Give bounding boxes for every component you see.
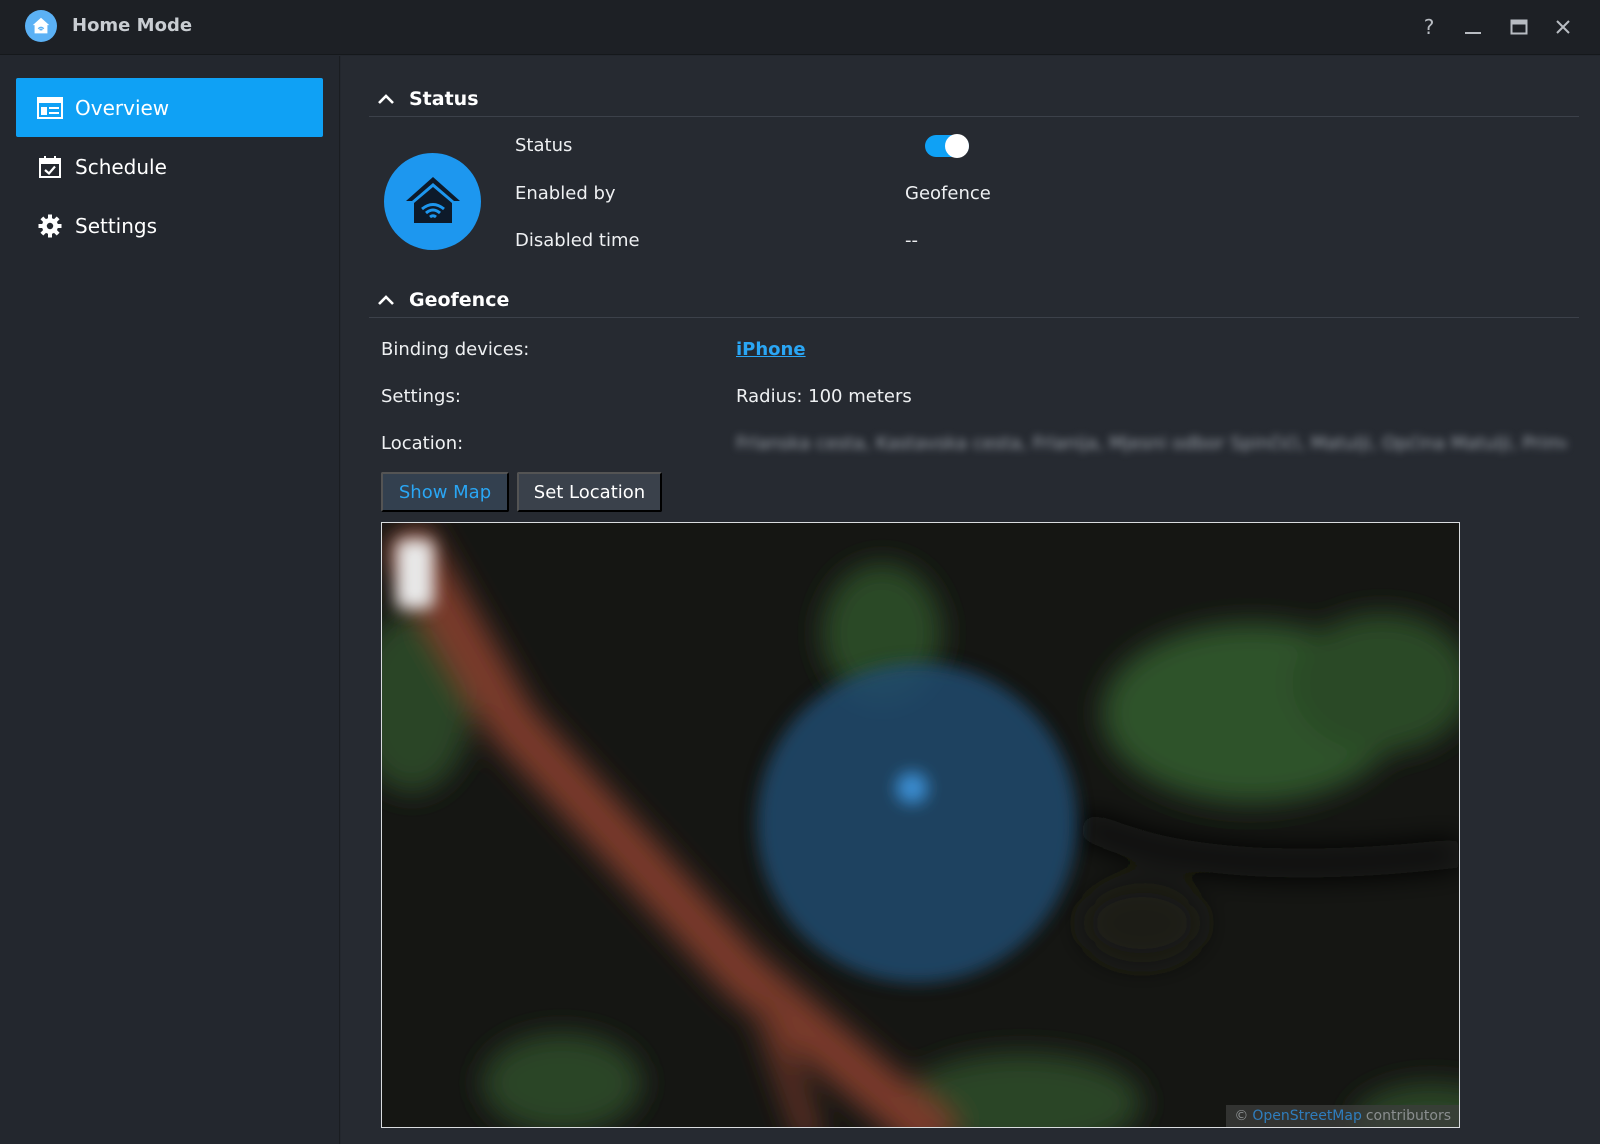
sidebar-item-label: Overview xyxy=(75,95,170,120)
settings-label: Settings: xyxy=(381,386,461,407)
chevron-up-icon[interactable] xyxy=(375,289,397,311)
disabled-time-value: -- xyxy=(905,230,918,251)
openstreetmap-link[interactable]: OpenStreetMap xyxy=(1252,1108,1361,1124)
calendar-check-icon xyxy=(36,153,64,181)
enabled-by-value: Geofence xyxy=(905,183,991,204)
status-section-header: Status xyxy=(369,81,1579,117)
title-bar: Home Mode ? xyxy=(0,0,1600,55)
geofence-map[interactable]: © OpenStreetMap contributors xyxy=(381,522,1460,1128)
attribution-suffix: contributors xyxy=(1365,1108,1451,1124)
status-label: Status xyxy=(515,135,573,156)
home-mode-logo xyxy=(384,153,481,250)
copyright-symbol: © xyxy=(1234,1108,1249,1124)
sidebar-item-label: Schedule xyxy=(75,154,167,179)
help-icon[interactable]: ? xyxy=(1414,12,1444,42)
section-title: Geofence xyxy=(409,288,510,311)
location-label: Location: xyxy=(381,433,464,454)
sidebar: Overview Schedule Settings xyxy=(0,56,340,1144)
overview-icon xyxy=(36,94,64,122)
geofence-section-header: Geofence xyxy=(369,282,1579,318)
status-toggle[interactable] xyxy=(925,134,969,158)
location-value: Frlanska cesta, Kastavska cesta, Frlanij… xyxy=(736,433,1566,454)
close-icon[interactable] xyxy=(1548,12,1578,42)
map-attribution: © OpenStreetMap contributors xyxy=(1226,1105,1459,1127)
enabled-by-label: Enabled by xyxy=(515,183,616,204)
iphone-device-link[interactable]: iPhone xyxy=(736,339,806,360)
home-mode-app-icon xyxy=(25,10,57,42)
binding-devices-label: Binding devices: xyxy=(381,339,530,360)
sidebar-item-label: Settings xyxy=(75,213,158,238)
sidebar-item-schedule[interactable]: Schedule xyxy=(16,137,323,196)
section-title: Status xyxy=(409,87,479,110)
window-title: Home Mode xyxy=(72,15,193,36)
radius-value: Radius: 100 meters xyxy=(736,386,912,407)
minimize-icon[interactable] xyxy=(1458,12,1488,42)
show-map-button[interactable]: Show Map xyxy=(381,472,509,512)
disabled-time-label: Disabled time xyxy=(515,230,640,251)
set-location-button[interactable]: Set Location xyxy=(517,472,662,512)
sidebar-item-settings[interactable]: Settings xyxy=(16,196,323,255)
gear-icon xyxy=(36,212,64,240)
toggle-knob xyxy=(945,134,969,158)
main-content: Status Status Enabled by Geofence Disabl… xyxy=(341,56,1600,1144)
map-canvas xyxy=(382,523,1459,1127)
chevron-up-icon[interactable] xyxy=(375,88,397,110)
maximize-icon[interactable] xyxy=(1504,12,1534,42)
sidebar-item-overview[interactable]: Overview xyxy=(16,78,323,137)
